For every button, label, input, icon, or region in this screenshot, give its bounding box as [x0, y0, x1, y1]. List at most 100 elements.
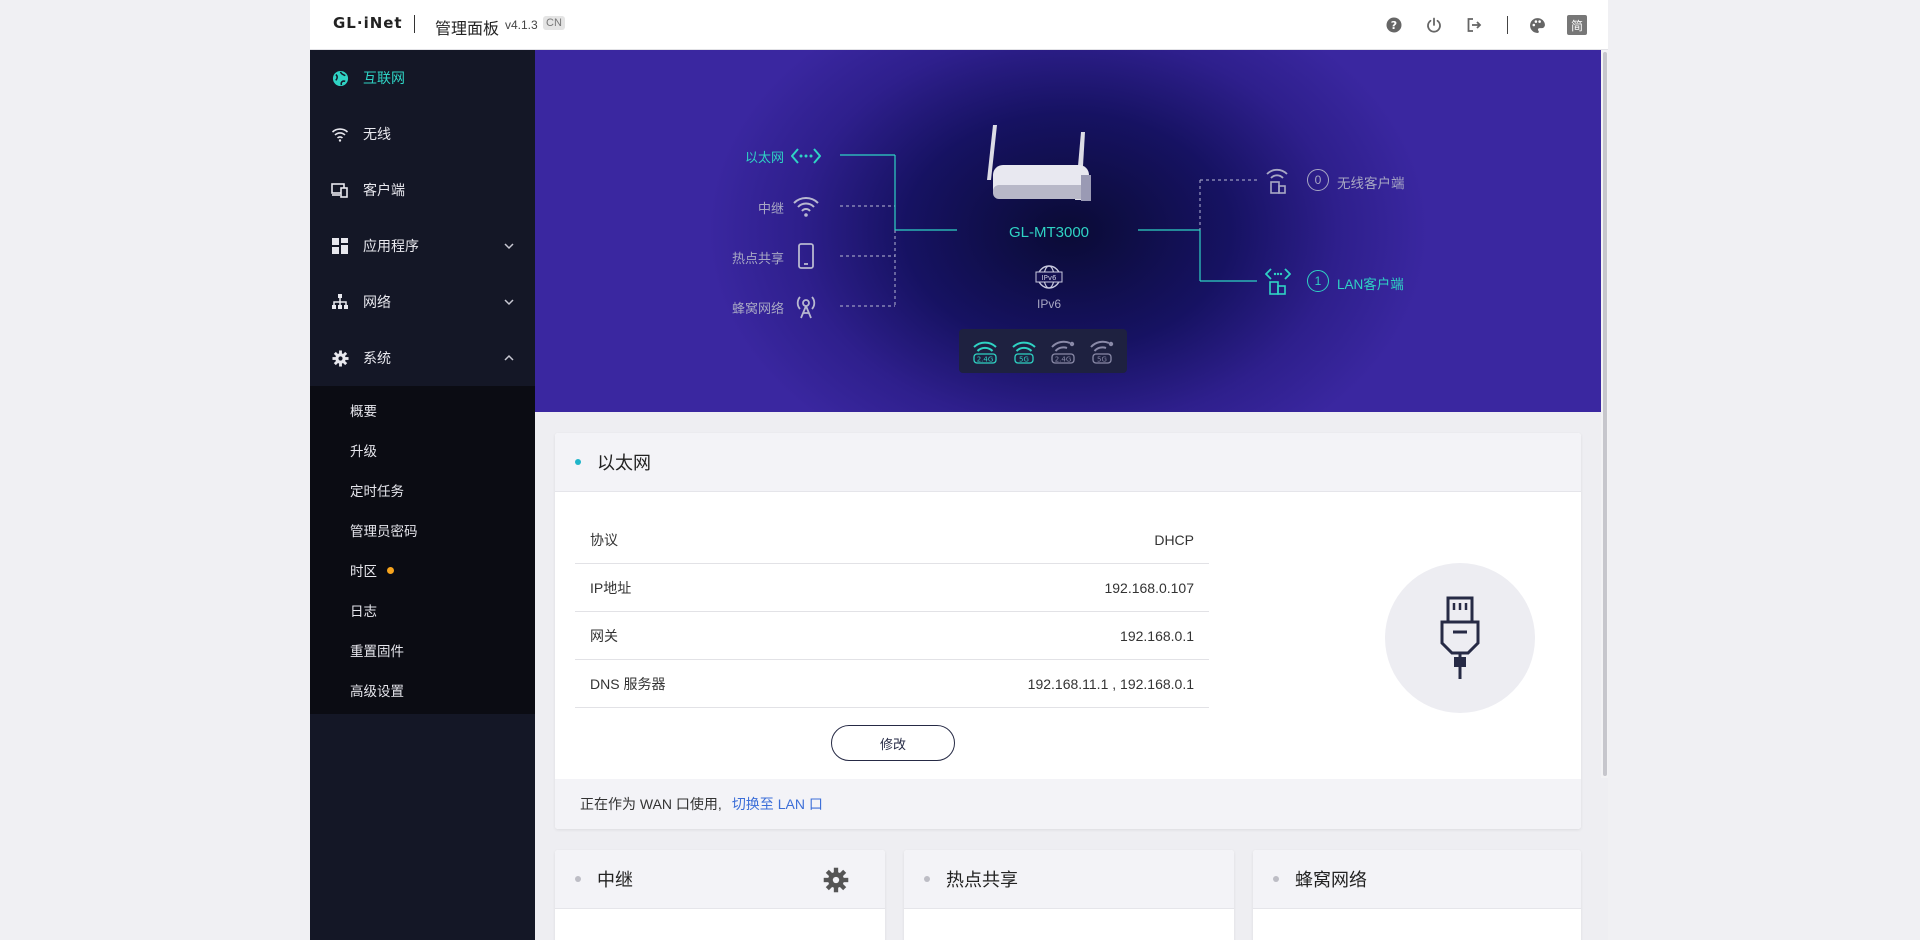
submenu-advanced-settings[interactable]: 高级设置 — [310, 670, 535, 710]
submenu-timezone[interactable]: 时区 — [310, 550, 535, 590]
wireless-client-label[interactable]: 无线客户端 — [1337, 172, 1405, 192]
svg-text:?: ? — [1391, 19, 1397, 32]
page-title: 管理面板 — [435, 21, 500, 38]
globe-icon — [330, 68, 350, 88]
sidebar-item-applications[interactable]: 应用程序 — [310, 218, 535, 274]
sidebar: 互联网 无线 客户端 应用程序 网络 系统 概要 升级 定时任务 管理员密码 时… — [310, 50, 535, 940]
wan-cellular-label[interactable]: 蜂窝网络 — [704, 298, 784, 317]
tethering-card: 热点共享 — [904, 850, 1234, 940]
gear-icon[interactable] — [823, 867, 849, 893]
cellular-card-header: 蜂窝网络 — [1253, 850, 1581, 909]
notification-dot — [387, 566, 394, 574]
gear-icon — [330, 348, 350, 368]
edit-button[interactable]: 修改 — [831, 725, 955, 761]
lan-client-count[interactable]: 1 — [1307, 270, 1329, 292]
switch-to-lan-link[interactable]: 切换至 LAN 口 — [732, 794, 823, 814]
header-separator — [1507, 16, 1508, 34]
table-row: DNS 服务器 192.168.11.1 , 192.168.0.1 — [575, 660, 1209, 708]
row-key: 协议 — [590, 531, 618, 548]
ipv6-globe-icon: IPv6 — [1035, 265, 1063, 289]
repeater-card: 中继 — [555, 850, 885, 940]
network-tree-icon — [330, 292, 350, 312]
submenu-upgrade[interactable]: 升级 — [310, 430, 535, 470]
ipv6-label[interactable]: IPv6 — [1019, 297, 1079, 311]
status-dot — [924, 876, 930, 882]
guest-wifi-24g-icon[interactable]: 2.4G — [1050, 338, 1076, 364]
sidebar-item-system[interactable]: 系统 — [310, 330, 535, 386]
sidebar-item-label: 系统 — [363, 350, 391, 366]
table-row: 网关 192.168.0.1 — [575, 612, 1209, 660]
chevron-down-icon — [504, 243, 514, 250]
logout-icon[interactable] — [1463, 14, 1485, 36]
admin-panel: GL·iNet 管理面板 v4.1.3 CN ? 简 互联网 无线 客户端 应用… — [310, 0, 1608, 940]
firmware-version: v4.1.3 — [505, 18, 538, 32]
wifi-band-strip: 2.4G 5G 2.4G 5G — [959, 329, 1127, 373]
topology-banner: IPv6 以太网 中继 热点共享 蜂窝网络 GL-MT3000 IPv6 2.4… — [535, 50, 1601, 412]
band-label: 2.4G — [976, 356, 993, 364]
row-key: 网关 — [590, 627, 618, 644]
row-value: DHCP — [1154, 531, 1194, 548]
wifi-24g-on-icon[interactable]: 2.4G — [972, 338, 998, 364]
row-value: 192.168.0.107 — [1104, 579, 1194, 596]
sidebar-item-label: 无线 — [363, 126, 391, 142]
chevron-down-icon — [504, 299, 514, 306]
submenu-scheduled-tasks[interactable]: 定时任务 — [310, 470, 535, 510]
sidebar-item-clients[interactable]: 客户端 — [310, 162, 535, 218]
help-icon[interactable]: ? — [1383, 14, 1405, 36]
ethernet-card-title: 以太网 — [597, 453, 651, 473]
cellular-tower-icon[interactable] — [790, 292, 822, 320]
language-icon[interactable]: 简 — [1566, 14, 1588, 36]
wan-repeater-label[interactable]: 中继 — [704, 198, 784, 217]
row-value: 192.168.11.1 , 192.168.0.1 — [1027, 675, 1194, 692]
submenu-reset-firmware[interactable]: 重置固件 — [310, 630, 535, 670]
ethernet-info-table: 协议 DHCP IP地址 192.168.0.107 网关 192.168.0.… — [575, 516, 1209, 708]
status-dot — [575, 876, 581, 882]
router-name[interactable]: GL-MT3000 — [989, 224, 1109, 241]
phone-icon[interactable] — [790, 242, 822, 270]
submenu-admin-password[interactable]: 管理员密码 — [310, 510, 535, 550]
system-submenu: 概要 升级 定时任务 管理员密码 时区 日志 重置固件 高级设置 — [310, 386, 535, 714]
submenu-overview[interactable]: 概要 — [310, 390, 535, 430]
status-dot — [575, 459, 581, 465]
row-key: DNS 服务器 — [590, 675, 666, 692]
table-row: 协议 DHCP — [575, 516, 1209, 564]
ethernet-card: 以太网 协议 DHCP IP地址 192.168.0.107 网关 192.16… — [555, 433, 1581, 829]
band-label: 5G — [1019, 356, 1029, 364]
ethernet-plug-icon — [1440, 596, 1480, 679]
apps-grid-icon — [330, 236, 350, 256]
top-header: GL·iNet 管理面板 v4.1.3 CN ? 简 — [310, 0, 1608, 50]
guest-wifi-5g-icon[interactable]: 5G — [1089, 338, 1115, 364]
sidebar-item-internet[interactable]: 互联网 — [310, 50, 535, 106]
svg-text:IPv6: IPv6 — [1042, 274, 1057, 282]
theme-palette-icon[interactable] — [1526, 14, 1548, 36]
sidebar-item-wireless[interactable]: 无线 — [310, 106, 535, 162]
sidebar-item-label: 应用程序 — [363, 238, 419, 254]
sidebar-item-label: 网络 — [363, 294, 391, 310]
cellular-card: 蜂窝网络 — [1253, 850, 1581, 940]
lan-client-icon[interactable] — [1262, 267, 1294, 295]
status-dot — [1273, 876, 1279, 882]
power-icon[interactable] — [1423, 14, 1445, 36]
sidebar-item-label: 互联网 — [363, 70, 405, 86]
brand-logo: GL·iNet — [333, 14, 403, 32]
header-toolbar: ? 简 — [1365, 14, 1588, 36]
submenu-log[interactable]: 日志 — [310, 590, 535, 630]
wan-ethernet-label[interactable]: 以太网 — [704, 147, 784, 166]
sidebar-item-network[interactable]: 网络 — [310, 274, 535, 330]
wan-status-text: 正在作为 WAN 口使用, — [580, 796, 722, 812]
wifi-5g-on-icon[interactable]: 5G — [1011, 338, 1037, 364]
ethernet-arrows-icon[interactable] — [790, 142, 822, 170]
row-key: IP地址 — [590, 579, 632, 596]
lan-client-label[interactable]: LAN客户端 — [1337, 273, 1404, 293]
tethering-card-title: 热点共享 — [946, 870, 1018, 890]
wan-tethering-label[interactable]: 热点共享 — [704, 248, 784, 267]
header-divider — [414, 15, 415, 33]
devices-icon — [330, 180, 350, 200]
ethernet-card-footer: 正在作为 WAN 口使用, 切换至 LAN 口 — [555, 779, 1581, 829]
router-image — [987, 125, 1091, 201]
sidebar-item-label: 客户端 — [363, 182, 405, 198]
wireless-client-icon[interactable] — [1262, 166, 1294, 194]
scrollbar-thumb[interactable] — [1603, 52, 1607, 776]
wireless-client-count[interactable]: 0 — [1307, 169, 1329, 191]
repeater-wifi-icon[interactable] — [790, 192, 822, 220]
